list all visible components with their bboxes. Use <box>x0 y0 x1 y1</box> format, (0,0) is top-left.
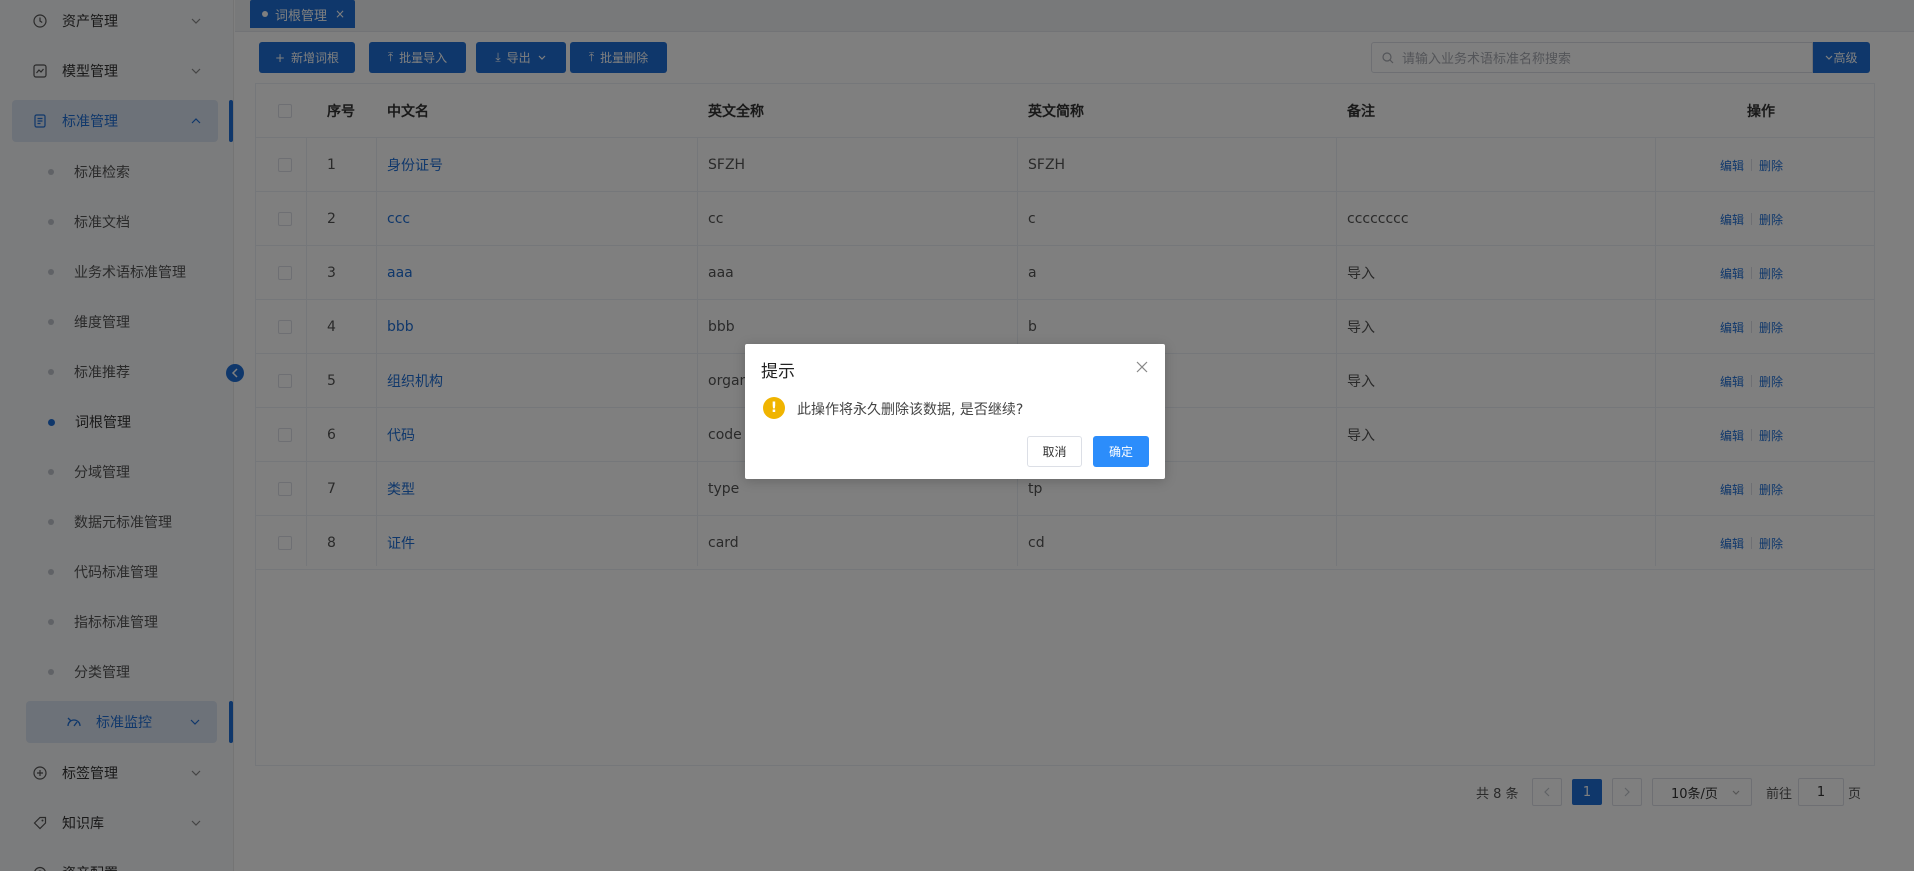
close-icon[interactable] <box>1135 360 1149 374</box>
dialog-title: 提示 <box>761 362 795 382</box>
confirm-button[interactable]: 确定 <box>1093 436 1149 467</box>
confirm-dialog: 提示 ! 此操作将永久删除该数据, 是否继续? 取消 确定 <box>745 344 1165 479</box>
warning-icon: ! <box>763 397 785 419</box>
cancel-button[interactable]: 取消 <box>1027 436 1082 467</box>
dialog-message: 此操作将永久删除该数据, 是否继续? <box>797 402 1024 418</box>
